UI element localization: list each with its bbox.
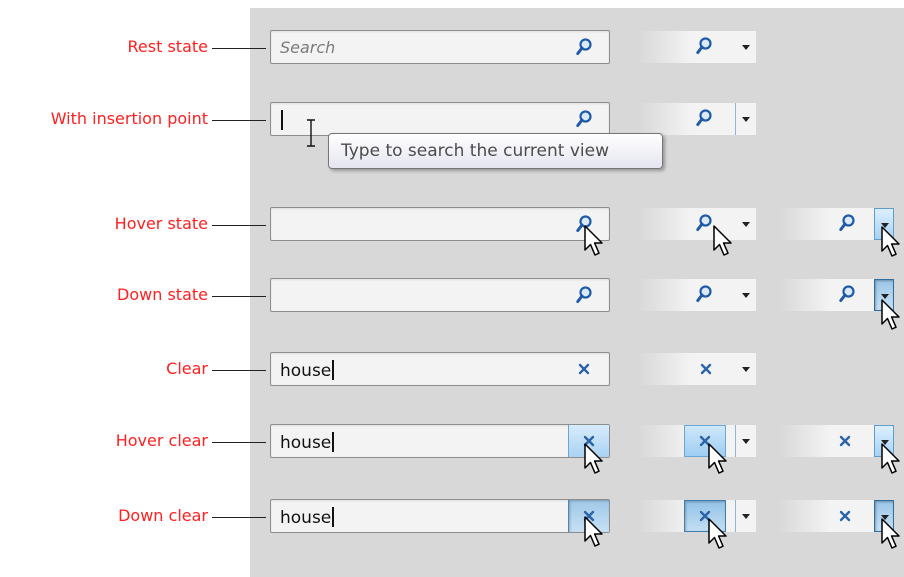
- leader-line: [212, 120, 266, 121]
- row-rest-state: Rest state Search: [0, 30, 904, 66]
- chevron-down-icon: [742, 293, 750, 298]
- insertion-caret: [332, 507, 334, 527]
- row-down-state: Down state: [0, 278, 904, 314]
- magnifier-icon[interactable]: [839, 214, 855, 232]
- state-label: Hover clear: [115, 431, 208, 450]
- leader-line: [212, 517, 266, 518]
- dropdown-button[interactable]: [735, 425, 756, 457]
- compact-search-button[interactable]: [638, 103, 756, 135]
- compact-search-button[interactable]: [778, 208, 894, 240]
- compact-clear-button[interactable]: [778, 425, 894, 457]
- leader-line: [212, 442, 266, 443]
- pointer-cursor-icon: [583, 224, 605, 258]
- insertion-caret: [281, 110, 283, 130]
- row-hover-state: Hover state: [0, 207, 904, 243]
- ibeam-cursor-icon: [304, 118, 318, 154]
- compact-clear-button[interactable]: [778, 500, 894, 532]
- chevron-down-icon: [742, 367, 750, 372]
- magnifier-icon[interactable]: [696, 37, 712, 55]
- compact-search-button[interactable]: [638, 31, 756, 63]
- compact-clear-button[interactable]: [638, 425, 756, 457]
- leader-line: [212, 48, 266, 49]
- row-down-clear: Down clear house: [0, 499, 904, 535]
- magnifier-icon[interactable]: [696, 285, 712, 303]
- state-label: Rest state: [127, 37, 208, 56]
- leader-line: [212, 225, 266, 226]
- row-clear: Clear house: [0, 352, 904, 388]
- state-label: Hover state: [114, 214, 208, 233]
- search-box[interactable]: [270, 207, 610, 241]
- pointer-cursor-icon: [583, 442, 605, 476]
- chevron-down-icon: [742, 514, 750, 519]
- leader-line: [212, 296, 266, 297]
- compact-search-button[interactable]: [778, 279, 894, 311]
- search-input-value: house: [280, 507, 334, 528]
- search-box[interactable]: house: [270, 499, 610, 533]
- pointer-cursor-icon: [880, 442, 902, 476]
- dropdown-button[interactable]: [736, 353, 756, 385]
- search-box[interactable]: house: [270, 424, 610, 458]
- dropdown-button[interactable]: [735, 500, 756, 532]
- magnifier-icon[interactable]: [696, 214, 712, 232]
- dropdown-button[interactable]: [736, 208, 756, 240]
- compact-search-button[interactable]: [638, 279, 756, 311]
- chevron-down-icon: [742, 439, 750, 444]
- pointer-cursor-icon: [880, 225, 902, 259]
- pointer-cursor-icon: [707, 442, 729, 476]
- search-box[interactable]: house: [270, 352, 610, 386]
- clear-icon[interactable]: [577, 362, 591, 376]
- dropdown-button[interactable]: [735, 103, 756, 135]
- magnifier-icon[interactable]: [696, 109, 712, 127]
- magnifier-icon[interactable]: [839, 285, 855, 303]
- clear-icon[interactable]: [838, 509, 852, 523]
- leader-line: [212, 370, 266, 371]
- search-tooltip: Type to search the current view: [328, 133, 663, 169]
- state-label: With insertion point: [50, 109, 208, 128]
- row-hover-clear: Hover clear house: [0, 424, 904, 460]
- magnifier-icon[interactable]: [576, 286, 592, 304]
- compact-clear-button[interactable]: [638, 500, 756, 532]
- search-input-value: [280, 110, 283, 131]
- search-placeholder: Search: [280, 38, 336, 57]
- pointer-cursor-icon: [880, 298, 902, 332]
- insertion-caret: [332, 360, 334, 380]
- insertion-caret: [332, 432, 334, 452]
- clear-icon[interactable]: [699, 362, 713, 376]
- dropdown-button[interactable]: [736, 31, 756, 63]
- state-label: Clear: [166, 359, 208, 378]
- state-label: Down state: [117, 285, 208, 304]
- magnifier-icon[interactable]: [576, 38, 592, 56]
- search-box[interactable]: [270, 278, 610, 312]
- search-input-value: house: [280, 432, 334, 453]
- compact-clear-button[interactable]: [638, 353, 756, 385]
- magnifier-icon[interactable]: [576, 110, 592, 128]
- chevron-down-icon: [742, 222, 750, 227]
- pointer-cursor-icon: [583, 515, 605, 549]
- chevron-down-icon: [742, 45, 750, 50]
- pointer-cursor-icon: [880, 517, 902, 551]
- state-label: Down clear: [118, 506, 208, 525]
- clear-icon[interactable]: [838, 434, 852, 448]
- pointer-cursor-icon: [712, 224, 734, 258]
- search-box[interactable]: [270, 102, 610, 136]
- search-input-value: house: [280, 360, 334, 381]
- dropdown-button[interactable]: [736, 279, 756, 311]
- chevron-down-icon: [742, 117, 750, 122]
- pointer-cursor-icon: [707, 517, 729, 551]
- compact-search-button[interactable]: [638, 208, 756, 240]
- search-box[interactable]: Search: [270, 30, 610, 64]
